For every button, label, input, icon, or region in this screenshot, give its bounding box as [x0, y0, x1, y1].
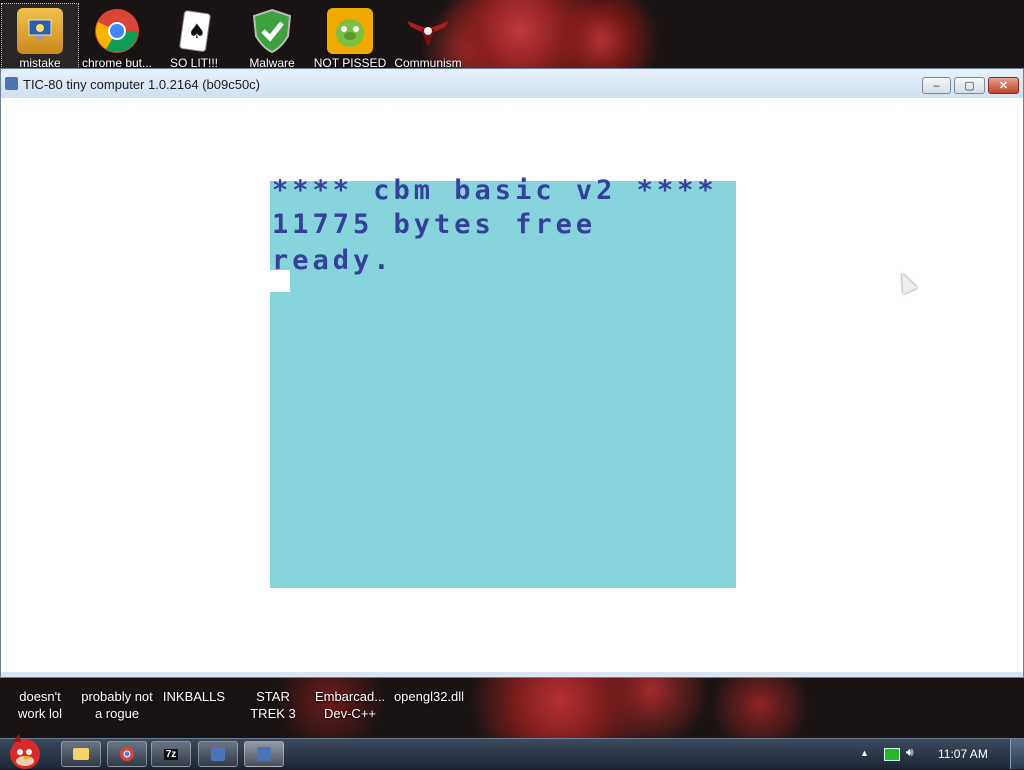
close-button[interactable]: ✕	[988, 77, 1019, 94]
volume-icon[interactable]: 🔊︎	[906, 745, 914, 760]
desktop-icon-not-pissed[interactable]: NOT PISSED	[312, 4, 388, 68]
desktop-icon-label: mistake	[19, 56, 61, 68]
folder-icon	[73, 748, 89, 760]
clock[interactable]: 11:07 AM	[938, 747, 988, 761]
7zip-icon: 7z	[163, 748, 179, 760]
desktop-icon-star-trek[interactable]: STAR TREK 3	[233, 688, 313, 722]
desktop-icon-dev-cpp[interactable]: Embarcad... Dev-C++	[310, 688, 390, 722]
desktop-icon-label: Embarcad... Dev-C++	[314, 689, 386, 721]
desktop-icon-label: NOT PISSED	[313, 56, 387, 68]
bad-piggies-icon	[327, 8, 373, 54]
desktop-icon-chrome[interactable]: chrome but...	[79, 4, 155, 68]
maximize-button[interactable]: ▢	[954, 77, 985, 94]
desktop-icon-solitaire[interactable]: ♠ SO LIT!!!	[156, 4, 232, 68]
taskbar-tic80-button-2[interactable]	[244, 741, 284, 767]
desktop-icon-doesnt-work[interactable]: doesn't work lol	[0, 688, 80, 722]
taskbar-tic80-button-1[interactable]	[198, 741, 238, 767]
desktop-icon-probably-not-a-rogue[interactable]: probably not a rogue	[77, 688, 157, 722]
desktop-icon-label: INKBALLS	[162, 689, 226, 704]
show-desktop-button[interactable]	[1010, 739, 1024, 769]
svg-text:♠: ♠	[188, 19, 206, 43]
screen-line-1: **** cbm basic v2 ****	[272, 175, 718, 206]
desktop-icon-malware[interactable]: Malware	[234, 4, 310, 68]
window-title: TIC-80 tiny computer 1.0.2164 (b09c50c)	[23, 77, 261, 92]
tic80-screen[interactable]: **** cbm basic v2 **** 11775 bytes free …	[270, 175, 736, 588]
chrome-icon	[94, 8, 140, 54]
desktop-icon-mistake[interactable]: mistake	[1, 3, 79, 69]
solitaire-icon: ♠	[171, 8, 217, 54]
taskbar-chrome-button[interactable]	[107, 741, 147, 767]
tic80-icon	[257, 747, 271, 761]
desktop-icon-label: doesn't work lol	[17, 689, 63, 721]
window-titlebar[interactable]: TIC-80 tiny computer 1.0.2164 (b09c50c) …	[1, 69, 1023, 99]
desktop-icon-label: STAR TREK 3	[250, 689, 296, 721]
tic80-icon	[211, 747, 225, 761]
taskbar-explorer-button[interactable]	[61, 741, 101, 767]
screen-line-2: 11775 bytes free	[272, 209, 597, 240]
desktop-icon-label: chrome but...	[81, 56, 153, 68]
desktop-icon-label: opengl32.dll	[393, 689, 465, 704]
angry-bird-icon	[10, 734, 40, 769]
desktop-icon-inkballs[interactable]: INKBALLS	[154, 688, 234, 705]
show-hidden-icons-button[interactable]: ▲	[860, 748, 869, 758]
desktop-icon-label: Malware	[249, 56, 295, 68]
tic80-window[interactable]: TIC-80 tiny computer 1.0.2164 (b09c50c) …	[0, 68, 1024, 678]
desktop-icon-label: probably not a rogue	[81, 689, 153, 721]
emblem-icon	[405, 8, 451, 54]
desktop-icon-label: SO LIT!!!	[169, 56, 218, 68]
screen-line-3: ready.	[272, 245, 394, 276]
tic80-icon	[5, 77, 18, 90]
desktop-icon-opengl[interactable]: opengl32.dll	[389, 688, 469, 705]
window-client-area[interactable]: **** cbm basic v2 **** 11775 bytes free …	[1, 98, 1023, 672]
taskbar: 7z ▲ 🔊︎ 11:07 AM	[0, 734, 1024, 769]
start-button[interactable]	[2, 733, 48, 769]
minimize-button[interactable]: ‒	[922, 77, 951, 94]
shield-icon	[249, 8, 295, 54]
computer-icon	[17, 8, 63, 54]
chrome-icon	[120, 747, 134, 761]
desktop-icon-communism[interactable]: Communism	[390, 4, 466, 68]
taskbar-7zip-button[interactable]: 7z	[151, 741, 191, 767]
text-cursor	[270, 270, 290, 292]
network-icon[interactable]	[884, 748, 900, 761]
desktop-icon-label: Communism	[394, 56, 462, 68]
